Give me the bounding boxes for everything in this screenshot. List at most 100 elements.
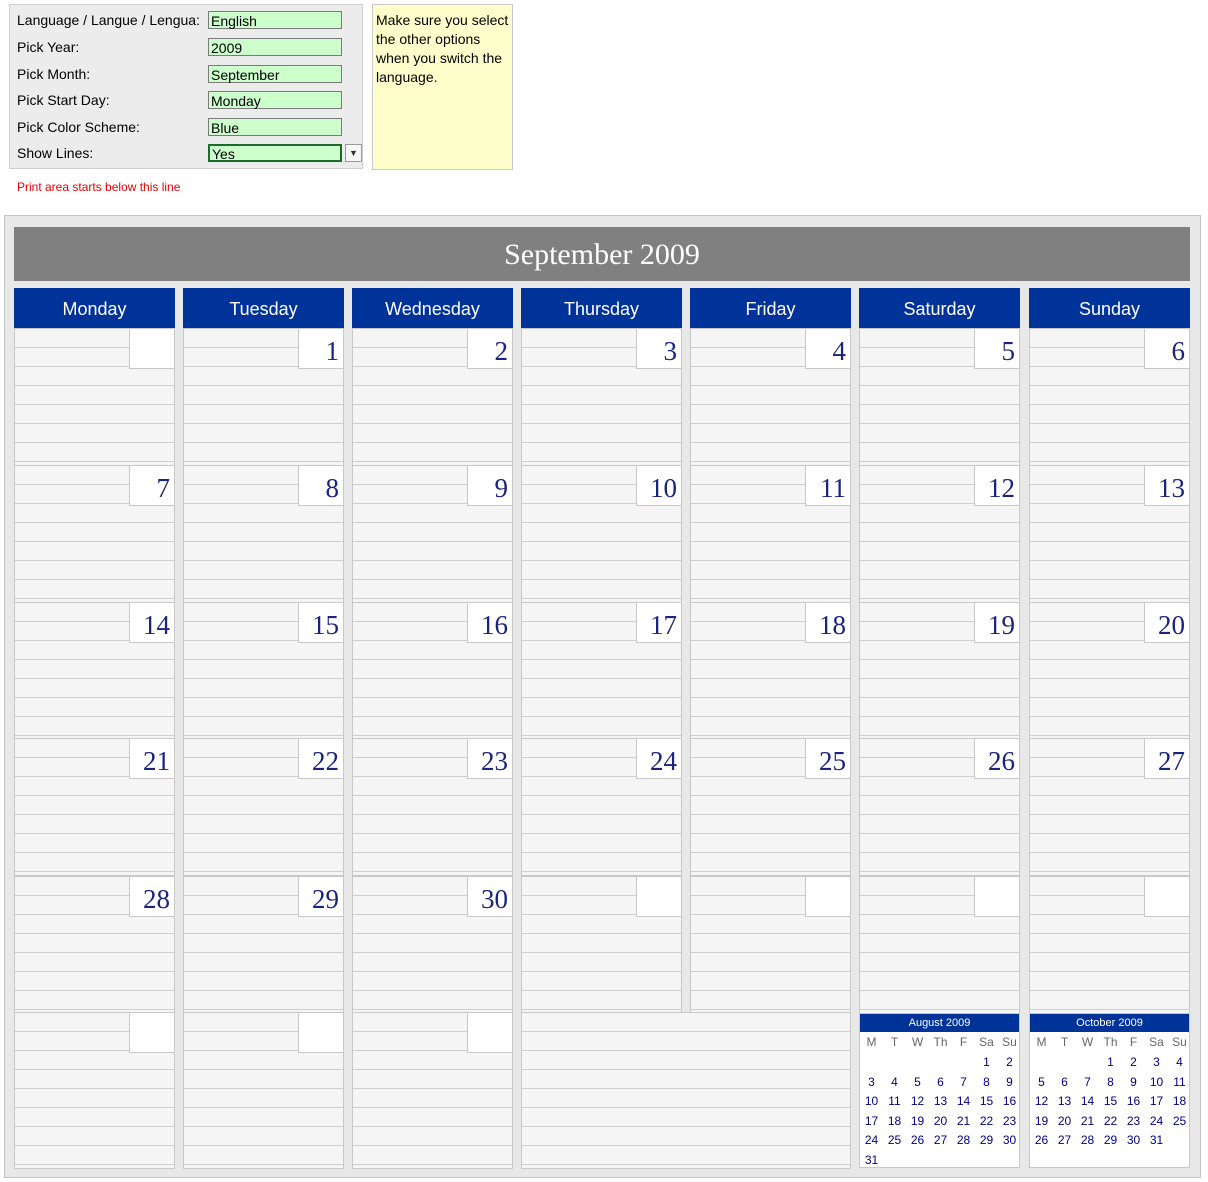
setting-label: Pick Year: [17,39,80,55]
day-cell[interactable]: 22 [183,738,344,876]
day-cell[interactable]: 27 [1029,738,1190,876]
chevron-down-icon[interactable]: ▼ [345,144,362,162]
mini-calendar-day: 10 [864,1094,879,1108]
day-header-monday: Monday [14,288,175,328]
day-number [129,329,174,369]
day-number: 21 [129,739,174,779]
day-cell[interactable] [183,1012,344,1169]
day-cell[interactable]: 23 [352,738,513,876]
mini-calendar-weekday: T [890,1035,899,1049]
mini-calendar-day: 1 [983,1055,990,1069]
day-cell[interactable] [690,876,851,1014]
setting-value-field[interactable]: Blue [208,118,342,136]
day-cell[interactable] [14,1012,175,1169]
mini-calendar-day: 27 [1057,1133,1072,1147]
setting-value-field[interactable]: Monday [208,91,342,109]
day-cell[interactable]: 30 [352,876,513,1014]
setting-label: Pick Color Scheme: [17,119,140,135]
day-cell[interactable]: 17 [521,602,682,740]
mini-calendar-day [998,1151,1021,1170]
day-cell[interactable]: 25 [690,738,851,876]
day-cell[interactable]: 16 [352,602,513,740]
settings-panel: Language / Langue / Lengua: English Pick Y… [9,4,363,169]
day-cell[interactable]: 6 [1029,328,1190,466]
month-title: September 2009 [14,227,1190,281]
day-cell[interactable]: 3 [521,328,682,466]
day-cell[interactable]: 20 [1029,602,1190,740]
day-cell[interactable]: 13 [1029,465,1190,603]
mini-calendar-day: 15 [979,1094,994,1108]
mini-calendar-day: 8 [983,1074,990,1089]
day-number: 12 [974,466,1019,506]
day-cell[interactable] [1029,876,1190,1014]
notes-area[interactable] [521,1012,851,1169]
day-cell[interactable] [521,876,682,1014]
day-number: 2 [467,329,512,369]
day-cell[interactable]: 19 [859,602,1020,740]
mini-calendar-day: 19 [910,1113,925,1128]
day-cell[interactable]: 8 [183,465,344,603]
day-cell[interactable]: 4 [690,328,851,466]
mini-calendar-day: 3 [868,1074,875,1089]
day-number [129,1013,174,1053]
day-cell[interactable]: 29 [183,876,344,1014]
day-cell[interactable] [352,1012,513,1169]
mini-calendar-day: 31 [864,1152,879,1167]
day-cell[interactable]: 26 [859,738,1020,876]
day-number: 20 [1144,603,1189,643]
setting-value-field[interactable]: Yes [208,144,342,162]
mini-calendar-day: 27 [933,1133,948,1147]
mini-calendar-day: 2 [1006,1055,1013,1069]
day-cell[interactable]: 5 [859,328,1020,466]
mini-calendar-day [906,1151,929,1170]
mini-calendar-day: 10 [1149,1074,1164,1089]
mini-calendar-day: 4 [891,1074,898,1089]
day-cell[interactable]: 18 [690,602,851,740]
mini-calendar-day: 17 [1149,1094,1164,1108]
day-cell[interactable]: 15 [183,602,344,740]
day-number: 24 [636,739,681,779]
setting-value-field[interactable]: 2009 [208,38,342,56]
day-cell[interactable]: 7 [14,465,175,603]
day-cell[interactable]: 24 [521,738,682,876]
day-cell[interactable]: 1 [183,328,344,466]
mini-calendar-day: 28 [1080,1133,1095,1147]
mini-calendar-day: 25 [887,1133,902,1147]
day-number: 3 [636,329,681,369]
day-cell[interactable]: 28 [14,876,175,1014]
day-header-tuesday: Tuesday [183,288,344,328]
day-cell[interactable]: 12 [859,465,1020,603]
mini-calendar-weekday: Su [1172,1035,1187,1049]
day-number: 27 [1144,739,1189,779]
mini-calendar-day: 5 [914,1074,921,1089]
mini-calendar-day: 23 [1002,1113,1017,1128]
mini-calendar-weekday: Sa [979,1035,994,1049]
mini-calendar-day: 3 [1153,1055,1160,1069]
day-cell[interactable]: 14 [14,602,175,740]
mini-calendar-day [929,1151,952,1170]
day-number: 22 [298,739,343,779]
mini-calendar-day: 19 [1034,1113,1049,1128]
day-header-thursday: Thursday [521,288,682,328]
day-number [298,1013,343,1053]
day-number: 10 [636,466,681,506]
mini-calendar-day: 30 [1126,1133,1141,1147]
mini-calendar-day: 11 [888,1094,901,1108]
mini-calendar: August 2009 M T W Th F Sa Su 1 2 3 4 5 6 7 8 9 10 11 12 13 14… [859,1013,1020,1168]
day-cell[interactable]: 9 [352,465,513,603]
day-cell[interactable]: 11 [690,465,851,603]
setting-value-field[interactable]: September [208,65,342,83]
mini-calendar-day: 22 [1103,1113,1118,1128]
mini-calendar-day: 9 [1130,1074,1137,1089]
day-cell[interactable] [14,328,175,466]
day-cell[interactable] [859,876,1020,1014]
mini-calendar-day: 28 [956,1133,971,1147]
mini-calendar-weekday: F [1129,1035,1138,1049]
day-cell[interactable]: 21 [14,738,175,876]
mini-calendar-day: 13 [1057,1094,1072,1108]
mini-calendar-day [952,1053,975,1072]
day-cell[interactable]: 2 [352,328,513,466]
day-cell[interactable]: 10 [521,465,682,603]
setting-value-field[interactable]: English [208,11,342,29]
mini-calendar-day: 26 [1034,1133,1049,1147]
